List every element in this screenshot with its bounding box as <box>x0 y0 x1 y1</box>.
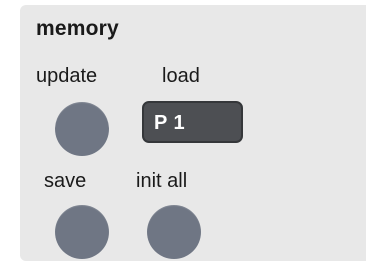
memory-panel: memory update load P 1 save init all <box>20 5 366 261</box>
load-label: load <box>162 65 200 87</box>
save-button[interactable] <box>55 205 109 259</box>
update-button[interactable] <box>55 102 109 156</box>
preset-load-menu[interactable]: P 1 <box>142 101 243 143</box>
init-all-label: init all <box>136 170 188 192</box>
update-label: update <box>36 65 98 87</box>
save-label: save <box>44 170 87 192</box>
init-all-button[interactable] <box>147 205 201 259</box>
panel-title: memory <box>36 17 119 40</box>
preset-value: P 1 <box>154 112 186 134</box>
